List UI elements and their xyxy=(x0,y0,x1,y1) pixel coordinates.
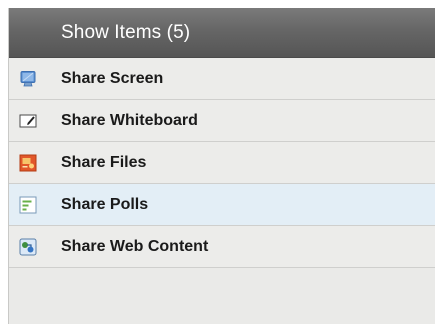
share-polls-label: Share Polls xyxy=(61,195,149,213)
share-polls-item[interactable]: Share Polls xyxy=(9,184,435,226)
share-screen-label: Share Screen xyxy=(61,69,164,87)
whiteboard-icon xyxy=(19,112,37,130)
share-whiteboard-label: Share Whiteboard xyxy=(61,111,198,129)
panel-title: Show Items (5) xyxy=(61,21,191,43)
share-web-content-item[interactable]: Share Web Content xyxy=(9,226,435,268)
share-screen-item[interactable]: Share Screen xyxy=(9,58,435,100)
web-content-icon xyxy=(19,238,37,256)
files-presentation-icon xyxy=(19,154,37,172)
monitor-icon xyxy=(19,70,37,88)
poll-icon xyxy=(19,196,37,214)
share-whiteboard-item[interactable]: Share Whiteboard xyxy=(9,100,435,142)
panel-header[interactable]: Show Items (5) xyxy=(9,8,435,58)
share-web-content-label: Share Web Content xyxy=(61,237,209,255)
share-items-list: Share Screen Share Whiteboard Share File… xyxy=(9,58,435,268)
show-items-panel: Show Items (5) Share Screen Share Whiteb… xyxy=(8,8,435,324)
share-files-item[interactable]: Share Files xyxy=(9,142,435,184)
share-files-label: Share Files xyxy=(61,153,147,171)
